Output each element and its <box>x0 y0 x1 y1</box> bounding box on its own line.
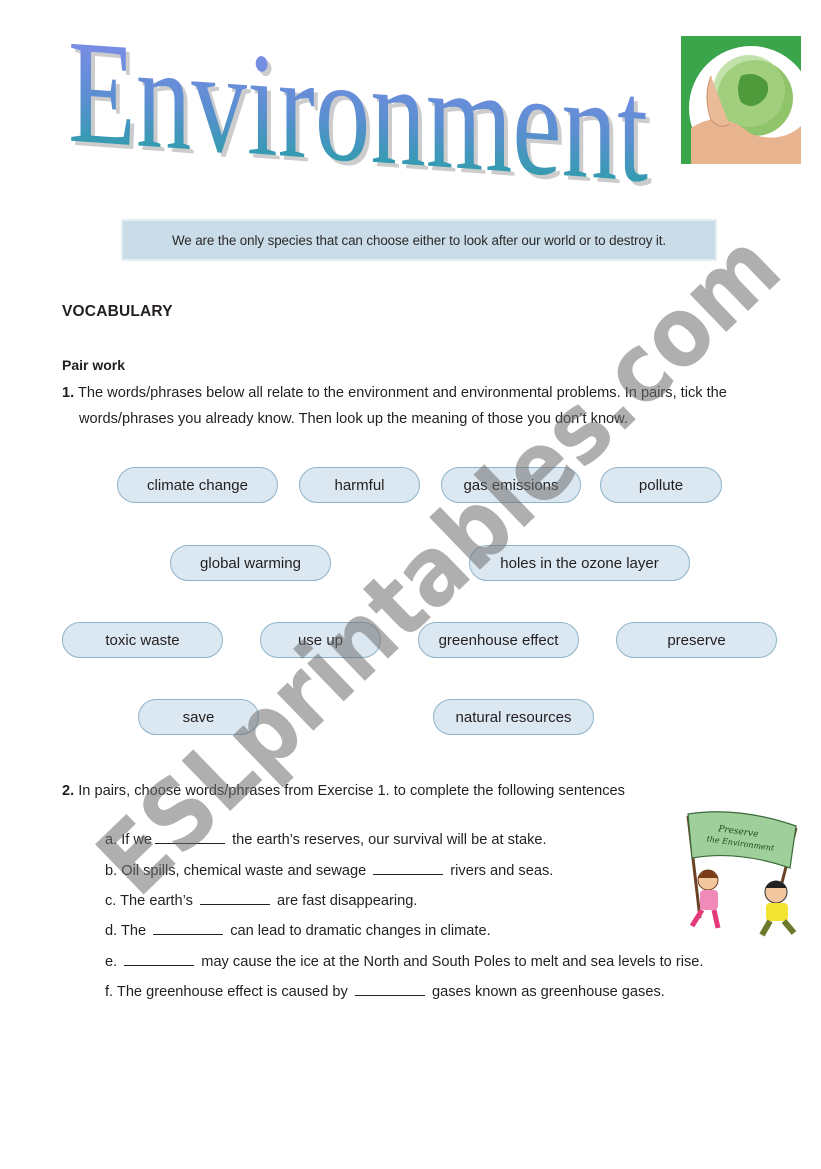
vocab-label: toxic waste <box>105 631 180 649</box>
exercise-2-number: 2. <box>62 783 75 799</box>
page-title: Environment Environment <box>68 10 652 200</box>
vocab-label: greenhouse effect <box>438 631 559 649</box>
vocab-pill[interactable]: preserve <box>616 622 777 658</box>
sentence-text: can lead to dramatic changes in climate. <box>226 923 491 939</box>
sentence-text: rivers and seas. <box>446 863 554 879</box>
vocab-pill[interactable]: pollute <box>600 467 722 503</box>
vocab-pill[interactable]: holes in the ozone layer <box>469 545 690 581</box>
sentence-text: d. The <box>105 923 151 939</box>
answer-blank[interactable] <box>199 892 270 905</box>
sentence-text: b. Oil spills, chemical waste and sewage <box>105 863 371 879</box>
vocab-label: pollute <box>638 476 684 494</box>
exercise-2-instructions: 2. In pairs, choose words/phrases from E… <box>62 778 625 804</box>
exercise-1-number: 1. <box>62 385 75 401</box>
vocab-label: natural resources <box>455 708 572 726</box>
vocab-label: harmful <box>334 476 385 494</box>
sentence-text: may cause the ice at the North and South… <box>197 954 704 970</box>
vocab-label: preserve <box>667 631 726 649</box>
sentence-text: c. The earth’s <box>105 893 197 909</box>
vocab-pill[interactable]: use up <box>260 622 381 658</box>
sentence-e: e. may cause the ice at the North and So… <box>105 953 703 970</box>
section-heading: VOCABULARY <box>62 303 173 320</box>
vocab-pill[interactable]: toxic waste <box>62 622 223 658</box>
answer-blank[interactable] <box>354 983 425 996</box>
exercise-1-line-1: The words/phrases below all relate to th… <box>77 385 727 401</box>
sentence-b: b. Oil spills, chemical waste and sewage… <box>105 862 553 879</box>
quote-text: We are the only species that can choose … <box>171 232 667 248</box>
answer-blank[interactable] <box>153 922 224 935</box>
sentence-text: the earth’s reserves, our survival will … <box>228 832 547 848</box>
vocab-label: climate change <box>147 476 248 494</box>
sentence-a: a. If we the earth’s reserves, our survi… <box>105 831 547 848</box>
answer-blank[interactable] <box>155 831 226 844</box>
vocab-pill[interactable]: harmful <box>299 467 420 503</box>
sentence-text: e. <box>105 954 122 970</box>
vocab-label: save <box>182 708 215 726</box>
sentence-f: f. The greenhouse effect is caused by ga… <box>105 983 665 1000</box>
preserve-environment-illustration: Preserve the Environment <box>686 811 798 937</box>
globe-in-hands-image <box>681 36 801 164</box>
answer-blank[interactable] <box>373 862 444 875</box>
title-text: Environment <box>68 10 648 200</box>
vocab-label: gas emissions <box>463 476 559 494</box>
vocab-pill[interactable]: climate change <box>117 467 278 503</box>
quote-banner: We are the only species that can choose … <box>121 219 717 261</box>
sentence-c: c. The earth’s are fast disappearing. <box>105 892 417 909</box>
exercise-2-text: In pairs, choose words/phrases from Exer… <box>78 783 625 799</box>
vocab-label: global warming <box>200 554 301 572</box>
sentence-d: d. The can lead to dramatic changes in c… <box>105 922 491 939</box>
pair-work-label: Pair work <box>62 357 126 373</box>
exercise-1-instructions: 1. The words/phrases below all relate to… <box>62 380 792 432</box>
sentence-text: a. If we <box>105 832 153 848</box>
vocab-pill[interactable]: greenhouse effect <box>418 622 579 658</box>
vocab-pill[interactable]: global warming <box>170 545 331 581</box>
sentence-text: f. The greenhouse effect is caused by <box>105 984 352 1000</box>
sentence-text: gases known as greenhouse gases. <box>427 984 665 1000</box>
vocab-label: holes in the ozone layer <box>500 554 659 572</box>
sentence-text: are fast disappearing. <box>272 893 418 909</box>
answer-blank[interactable] <box>124 953 195 966</box>
exercise-1-line-2: words/phrases you already know. Then loo… <box>79 411 628 427</box>
vocab-label: use up <box>297 631 344 649</box>
vocab-pill[interactable]: natural resources <box>433 699 594 735</box>
vocab-pill[interactable]: gas emissions <box>441 467 581 503</box>
vocab-pill[interactable]: save <box>138 699 259 735</box>
